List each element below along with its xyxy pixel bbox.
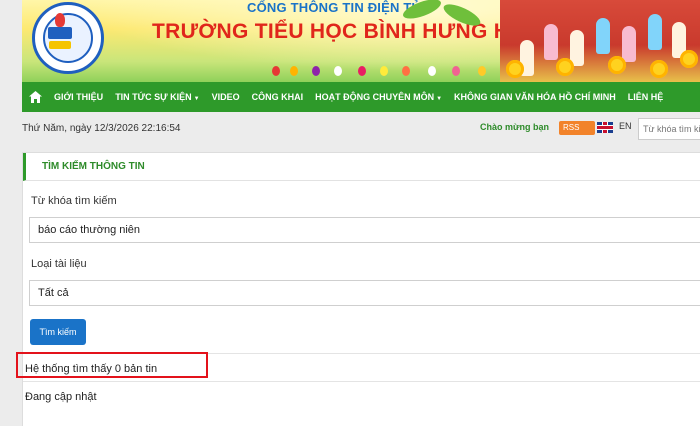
nav-item-gioi-thieu[interactable]: GIỚI THIỆU <box>48 92 109 102</box>
rss-button[interactable]: RSS <box>559 121 595 135</box>
portal-title: CỔNG THÔNG TIN ĐIỆN TỬ <box>247 0 423 15</box>
nav-item-hoat-dong[interactable]: HOẠT ĐỘNG CHUYÊN MÔN ▼ <box>309 92 448 102</box>
nav-item-label: KHÔNG GIAN VĂN HÓA HỒ CHÍ MINH <box>454 92 616 102</box>
nav-item-lien-he[interactable]: LIÊN HỆ <box>622 92 670 102</box>
nav-item-label: HOẠT ĐỘNG CHUYÊN MÔN <box>315 92 435 102</box>
nav-item-khong-gian[interactable]: KHÔNG GIAN VĂN HÓA HỒ CHÍ MINH <box>448 92 622 102</box>
search-button[interactable]: Tìm kiếm <box>30 319 86 345</box>
keyword-input[interactable]: báo cáo thường niên <box>29 217 700 243</box>
caret-down-icon: ▼ <box>193 96 200 102</box>
nav-item-video[interactable]: VIDEO <box>206 92 246 102</box>
nav-item-label: GIỚI THIỆU <box>54 92 104 102</box>
status-row: Đang cập nhật <box>23 381 700 411</box>
panel-header: TÌM KIẾM THÔNG TIN <box>23 153 700 181</box>
school-logo[interactable] <box>32 2 104 74</box>
flame-icon <box>55 13 65 27</box>
logo-ribbon <box>49 41 71 49</box>
book-icon <box>48 27 72 39</box>
page: CỔNG THÔNG TIN ĐIỆN TỬ TRƯỜNG TIỂU HỌC B… <box>0 0 700 426</box>
nav-item-label: LIÊN HỆ <box>627 92 664 102</box>
header-search-input[interactable]: Từ khóa tìm kiếm <box>638 118 700 140</box>
nav-item-tin-tuc[interactable]: TIN TỨC SỰ KIỆN ▼ <box>109 92 205 102</box>
rss-label: RSS <box>563 123 580 132</box>
nav-item-label: TIN TỨC SỰ KIỆN <box>115 92 192 102</box>
current-datetime: Thứ Năm, ngày 12/3/2026 22:16:54 <box>22 123 181 134</box>
nav-item-label: VIDEO <box>211 92 240 102</box>
caret-down-icon: ▼ <box>436 96 443 102</box>
nav-item-label: CÔNG KHAI <box>251 92 304 102</box>
doctype-select[interactable]: Tất cả <box>29 280 700 306</box>
panel-title: TÌM KIẾM THÔNG TIN <box>42 161 145 172</box>
balloons-decoration <box>272 66 512 82</box>
main-nav: GIỚI THIỆU TIN TỨC SỰ KIỆN ▼ VIDEO CÔNG K… <box>22 82 700 112</box>
doctype-label: Loại tài liệu <box>31 258 87 270</box>
info-bar: Thứ Năm, ngày 12/3/2026 22:16:54 Chào mừ… <box>0 112 700 146</box>
school-name: TRƯỜNG TIỂU HỌC BÌNH HƯNG HÒA <box>152 20 542 43</box>
result-highlight-box <box>16 352 208 378</box>
keyword-label: Từ khóa tìm kiếm <box>31 195 117 207</box>
site-banner[interactable]: CỔNG THÔNG TIN ĐIỆN TỬ TRƯỜNG TIỂU HỌC B… <box>22 0 700 82</box>
language-en[interactable]: EN <box>619 121 632 131</box>
status-text: Đang cập nhật <box>25 391 97 403</box>
search-panel: TÌM KIẾM THÔNG TIN Từ khóa tìm kiếm báo … <box>22 152 700 426</box>
students-photo <box>500 0 700 82</box>
uk-flag-icon[interactable] <box>597 122 613 133</box>
home-icon[interactable] <box>22 82 48 112</box>
nav-item-cong-khai[interactable]: CÔNG KHAI <box>246 92 310 102</box>
welcome-text: Chào mừng bạn <box>480 122 550 132</box>
